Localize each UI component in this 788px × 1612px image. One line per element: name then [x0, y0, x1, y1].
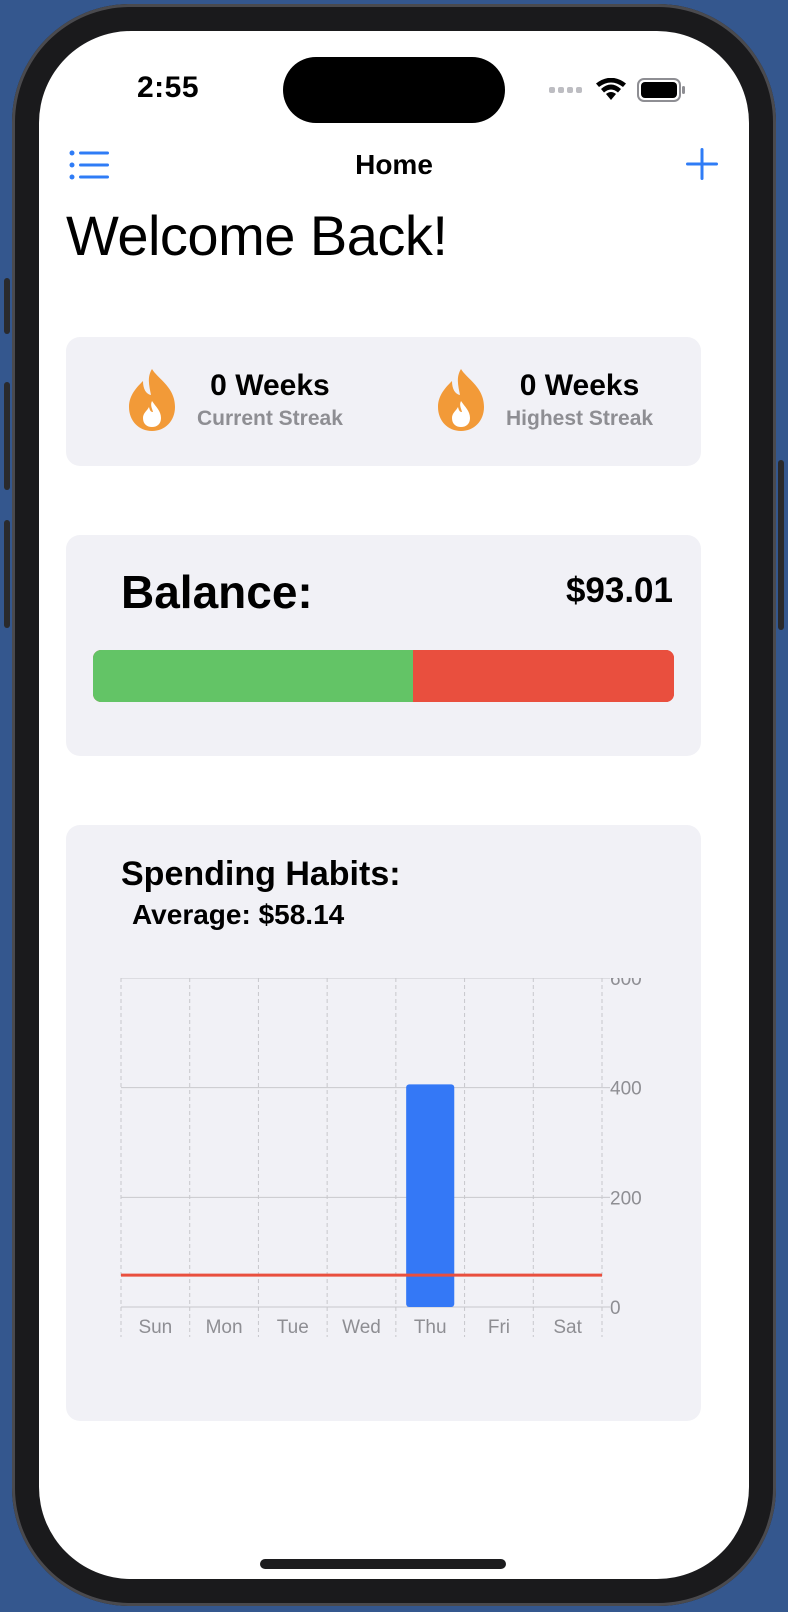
balance-label: Balance: [121, 566, 313, 618]
page-title: Home [355, 149, 433, 180]
chart-x-tick-label: Thu [414, 1317, 447, 1338]
welcome-heading: Welcome Back! [66, 204, 448, 267]
chart-y-tick-label: 200 [610, 1188, 642, 1209]
spending-chart: 0 200 400 600 Sun Mon Tue Wed Thu Fri Sat [120, 969, 642, 1338]
phone-power-button [778, 460, 784, 630]
navigation-bar: Home [39, 141, 749, 191]
current-streak-value: 0 Weeks [210, 369, 330, 402]
current-streak: 0 Weeks Current Streak [125, 367, 343, 433]
current-streak-text: 0 Weeks Current Streak [197, 369, 343, 431]
flame-icon [129, 369, 175, 431]
home-indicator[interactable] [260, 1559, 506, 1569]
spending-card: Spending Habits: Average: $58.14 0 200 400… [66, 825, 701, 1421]
chart-x-tick-label: Wed [342, 1317, 381, 1338]
highest-streak-label: Highest Streak [506, 407, 654, 430]
cellular-icon [549, 87, 582, 93]
highest-streak: 0 Weeks Highest Streak [434, 367, 653, 433]
chart-x-tick-label: Mon [206, 1317, 243, 1338]
chart-x-tick-label: Sun [138, 1317, 172, 1338]
balance-value: $93.01 [565, 571, 673, 610]
chart-y-tick-label: 600 [610, 969, 642, 990]
chart-x-tick-label: Tue [277, 1317, 309, 1338]
chart-x-tick-label: Fri [488, 1317, 510, 1338]
dynamic-island [283, 57, 505, 123]
balance-progress-remaining [412, 650, 674, 702]
battery-icon [637, 78, 685, 102]
chart-y-tick-label: 400 [610, 1079, 642, 1100]
wifi-icon [596, 78, 626, 100]
balance-progress-fill [93, 650, 413, 702]
flame-icon [438, 369, 484, 431]
streak-card: 0 Weeks Current Streak 0 Weeks Highest S… [66, 337, 701, 466]
phone-volume-down [4, 520, 10, 628]
current-streak-label: Current Streak [197, 407, 343, 430]
status-time: 2:55 [137, 71, 200, 104]
balance-progress-bar [93, 650, 674, 702]
chart-x-tick-label: Sat [553, 1317, 582, 1338]
phone-volume-up [4, 382, 10, 490]
highest-streak-value: 0 Weeks [519, 369, 640, 402]
phone-side-button [4, 278, 10, 334]
screen: 2:55 Home Welcome Back! 0 Weeks Current … [39, 31, 749, 1579]
chart-y-tick-label: 0 [610, 1298, 621, 1319]
plus-icon[interactable] [685, 147, 719, 181]
highest-streak-text: 0 Weeks Highest Streak [506, 369, 653, 431]
balance-card: Balance: $93.01 [66, 535, 701, 756]
chart-bar-thu [406, 1084, 455, 1307]
status-icons [549, 75, 687, 105]
